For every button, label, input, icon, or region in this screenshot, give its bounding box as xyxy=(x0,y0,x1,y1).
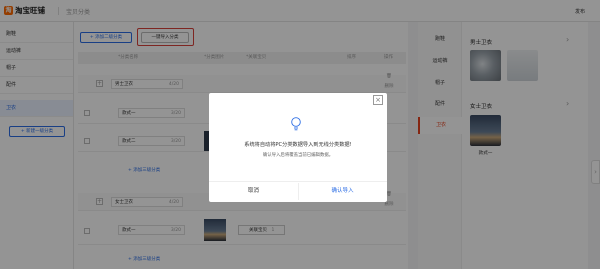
cancel-button[interactable]: 取消 xyxy=(209,187,298,195)
dialog-title: 系统将自动将PC分类数据导入到无线分类数据! xyxy=(244,142,352,148)
confirm-import-button[interactable]: 确认导入 xyxy=(298,187,387,195)
close-icon[interactable]: × xyxy=(373,95,383,105)
lightbulb-icon xyxy=(291,117,301,131)
dialog-subtitle: 确认导入后将覆盖当前已编辑数据。 xyxy=(262,153,334,158)
